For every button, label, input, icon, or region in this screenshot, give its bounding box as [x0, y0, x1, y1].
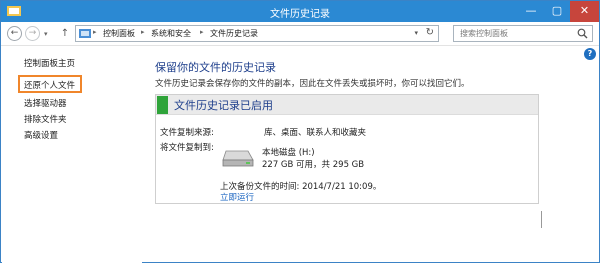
source-label: 文件复制来源:: [160, 128, 214, 138]
help-icon[interactable]: ?: [584, 48, 596, 60]
forward-button[interactable]: →: [25, 26, 40, 41]
sidebar-item-home[interactable]: 控制面板主页: [24, 57, 75, 69]
search-placeholder: 搜索控制面板: [460, 29, 508, 38]
refresh-icon[interactable]: ↻: [426, 27, 434, 38]
sidebar-item-restore-files[interactable]: 还原个人文件: [18, 75, 82, 93]
resize-marker: [541, 211, 542, 228]
page-description: 文件历史记录会保存你的文件的副本，因此在文件丢失或损坏时，你可以找回它们。: [155, 79, 470, 89]
left-navigation: 控制面板主页 还原个人文件 选择驱动器 排除文件夹 高级设置: [2, 47, 142, 263]
breadcrumb-control-panel[interactable]: 控制面板: [103, 28, 135, 39]
drive-space: 227 GB 可用，共 295 GB: [262, 160, 365, 170]
file-history-window: 文件历史记录 — ▢ ✕ ← → ▾ ↑ ▸ 控制面板 ▸ 系统和安全 ▸ 文件…: [0, 0, 600, 263]
sidebar-item-exclude-folders[interactable]: 排除文件夹: [24, 113, 67, 125]
control-panel-icon: [79, 29, 91, 38]
destination-label: 将文件复制到:: [160, 143, 214, 153]
breadcrumb-system-security[interactable]: 系统和安全: [151, 28, 191, 39]
title-bar: 文件历史记录 — ▢ ✕: [1, 1, 599, 22]
drive-name: 本地磁盘 (H:): [262, 148, 315, 158]
breadcrumb-separator: ▸: [93, 28, 97, 36]
breadcrumb-separator[interactable]: ▸: [200, 28, 204, 36]
source-value: 库、桌面、联系人和收藏夹: [264, 128, 367, 138]
maximize-button[interactable]: ▢: [544, 1, 570, 22]
address-bar[interactable]: ▸ 控制面板 ▸ 系统和安全 ▸ 文件历史记录 ▾ ↻: [75, 25, 439, 42]
up-button[interactable]: ↑: [58, 26, 72, 41]
hard-drive-icon: [222, 150, 254, 167]
back-button[interactable]: ←: [7, 26, 22, 41]
navigation-bar: ← → ▾ ↑ ▸ 控制面板 ▸ 系统和安全 ▸ 文件历史记录 ▾ ↻ 搜索控制…: [1, 22, 599, 46]
address-dropdown-icon[interactable]: ▾: [414, 29, 418, 37]
page-title: 保留你的文件的历史记录: [155, 61, 276, 74]
panel-title: 文件历史记录已启用: [174, 99, 273, 112]
breadcrumb-separator[interactable]: ▸: [141, 28, 145, 36]
close-button[interactable]: ✕: [570, 1, 599, 22]
minimize-button[interactable]: —: [518, 1, 544, 22]
sidebar-item-label: 还原个人文件: [24, 81, 76, 91]
breadcrumb-file-history[interactable]: 文件历史记录: [210, 28, 258, 39]
status-indicator: [157, 96, 168, 114]
recent-locations-icon[interactable]: ▾: [44, 30, 48, 38]
file-history-status-panel: 文件历史记录已启用 文件复制来源: 库、桌面、联系人和收藏夹 将文件复制到: 本…: [155, 94, 539, 204]
sidebar-item-select-drive[interactable]: 选择驱动器: [24, 97, 67, 109]
run-now-link[interactable]: 立即运行: [220, 191, 254, 203]
window-title: 文件历史记录: [270, 9, 330, 20]
search-icon[interactable]: [577, 28, 588, 39]
sidebar-item-advanced-settings[interactable]: 高级设置: [24, 129, 58, 141]
panel-header: 文件历史记录已启用: [156, 95, 538, 115]
search-box[interactable]: 搜索控制面板: [453, 25, 593, 42]
